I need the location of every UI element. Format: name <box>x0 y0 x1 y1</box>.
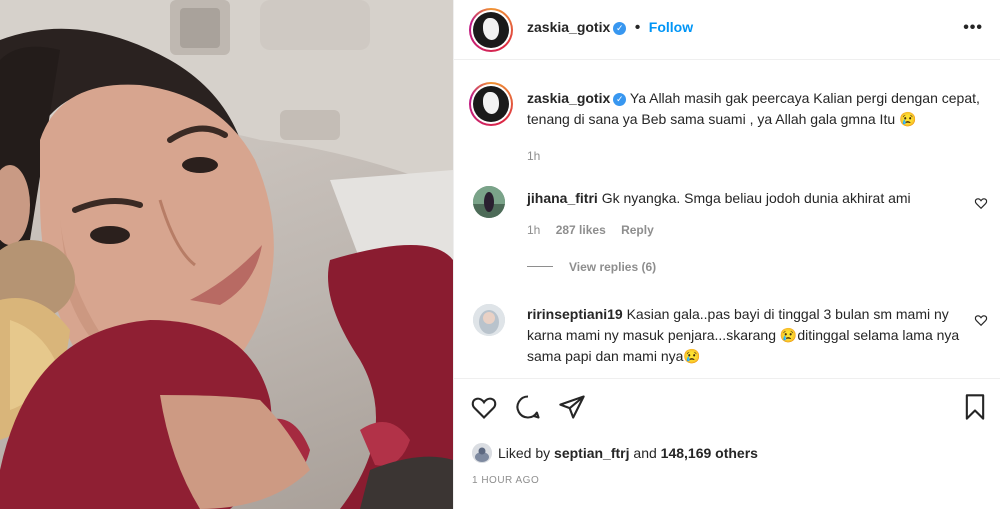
commenter-avatar[interactable] <box>473 186 505 218</box>
author-avatar[interactable] <box>469 8 513 52</box>
caption-time[interactable]: 1h <box>527 149 982 163</box>
verified-badge-icon: ✓ <box>613 93 627 106</box>
liked-by-user[interactable]: septian_ftrj <box>554 445 629 461</box>
replies-divider <box>527 266 553 267</box>
bookmark-icon[interactable] <box>961 393 989 421</box>
selfie-image <box>0 0 453 509</box>
comment-item: jihana_fitri Gk nyangka. Smga beliau jod… <box>527 188 967 274</box>
share-icon[interactable] <box>558 393 586 421</box>
liker-avatar[interactable] <box>472 443 492 463</box>
comment-like-heart-icon[interactable] <box>974 196 988 210</box>
author-username[interactable]: zaskia_gotix <box>527 19 610 35</box>
comment-username[interactable]: ririnseptiani19 <box>527 306 623 322</box>
post-header: zaskia_gotix ✓ • Follow ••• <box>454 0 1000 60</box>
heart-icon[interactable] <box>470 393 498 421</box>
liked-by-connector: and <box>633 445 657 461</box>
comment-item: ririnseptiani19 Kasian gala..pas bayi di… <box>527 304 967 367</box>
likes-summary: Liked by septian_ftrj and 148,169 others <box>472 443 758 463</box>
more-options-icon[interactable]: ••• <box>963 19 983 37</box>
comment-time[interactable]: 1h <box>527 223 540 237</box>
caption: zaskia_gotix ✓ Ya Allah masih gak peercay… <box>527 88 982 163</box>
view-replies-button[interactable]: View replies (6) <box>527 260 967 274</box>
verified-badge-icon: ✓ <box>613 22 627 35</box>
reply-button[interactable]: Reply <box>621 223 654 237</box>
comment-likes[interactable]: 287 likes <box>556 223 606 237</box>
comment-icon[interactable] <box>514 393 542 421</box>
comment-username[interactable]: jihana_fitri <box>527 190 598 206</box>
commenter-avatar[interactable] <box>473 304 505 336</box>
comment-text: Gk nyangka. Smga beliau jodoh dunia akhi… <box>601 190 911 206</box>
post-timestamp[interactable]: 1 HOUR AGO <box>472 475 539 486</box>
separator-dot: • <box>634 19 641 36</box>
liked-by-prefix: Liked by <box>498 445 551 461</box>
post-details-panel: zaskia_gotix ✓ • Follow ••• zaskia_gotix ✓… <box>453 0 1000 509</box>
post-photo[interactable] <box>0 0 453 509</box>
comment-meta: 1h 287 likes Reply <box>527 223 967 237</box>
follow-button[interactable]: Follow <box>649 19 693 35</box>
caption-username[interactable]: zaskia_gotix <box>527 90 610 106</box>
author-line: zaskia_gotix ✓ • Follow <box>527 19 693 37</box>
liked-by-others[interactable]: 148,169 others <box>661 445 758 461</box>
post-actions: Liked by septian_ftrj and 148,169 others… <box>454 378 1000 509</box>
comment-like-heart-icon[interactable] <box>974 313 988 327</box>
caption-avatar[interactable] <box>469 82 513 126</box>
